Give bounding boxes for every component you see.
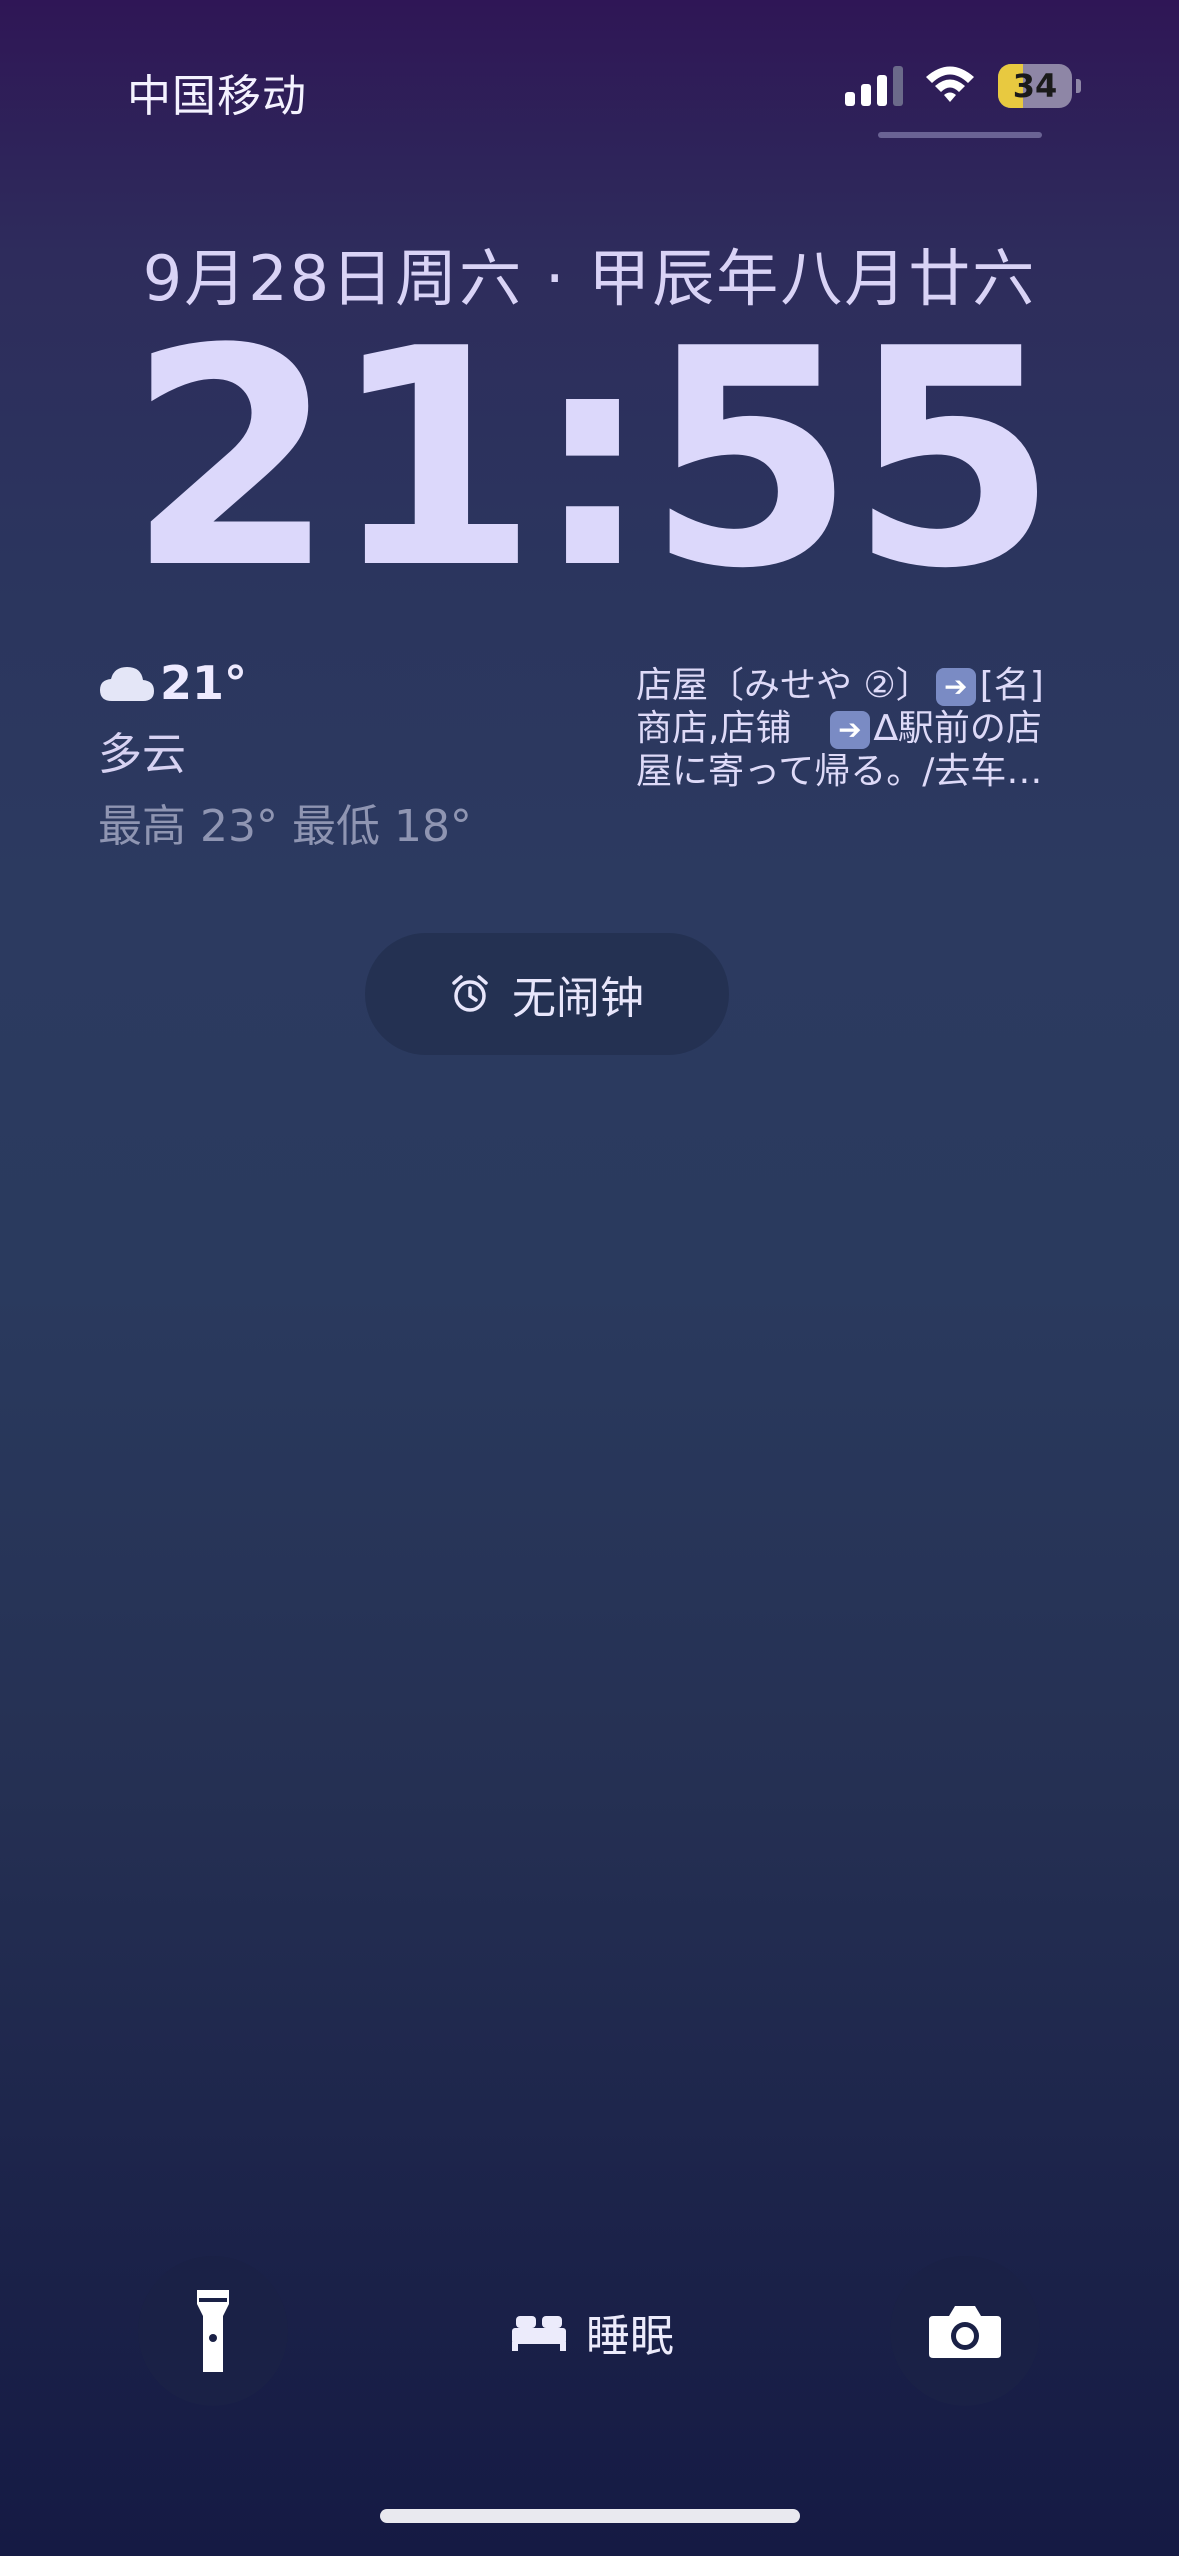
alarm-label: 无闹钟 [512, 973, 644, 1024]
wifi-icon [926, 66, 974, 102]
right-arrow-icon: ➔ [935, 668, 976, 706]
cellular-signal-icon [845, 66, 907, 106]
weather-high-low: 最高 23° 最低 18° [98, 801, 472, 852]
note-widget[interactable]: 店屋〔みせや ②〕 ➔ [名] 商店,店铺 ➔ ∆駅前の店 屋に寄って帰る。/去车… [636, 664, 1056, 793]
sleep-label: 睡眠 [586, 2311, 674, 2362]
right-arrow-icon: ➔ [829, 711, 870, 749]
battery-indicator: 34 [998, 64, 1081, 108]
lock-screen-time: 21:55 [127, 285, 1058, 634]
camera-icon [929, 2306, 1001, 2358]
battery-percentage: 34 [1012, 67, 1058, 105]
sleep-mode-button[interactable]: 睡眠 [510, 2300, 674, 2364]
note-line-3: 屋に寄って帰る。/去车… [636, 751, 1043, 792]
cloud-icon [100, 667, 154, 701]
camera-button[interactable] [890, 2256, 1040, 2406]
carrier-name: 中国移动 [127, 71, 307, 122]
note-line-1: 店屋〔みせや ②〕 ➔ [名] [636, 665, 1044, 706]
notification-pull-handle[interactable] [878, 132, 1042, 138]
weather-temperature: 21° [160, 656, 248, 710]
weather-condition: 多云 [98, 729, 186, 780]
bed-icon [512, 2316, 566, 2351]
alarm-widget[interactable]: 无闹钟 [365, 933, 729, 1055]
alarm-clock-icon [452, 975, 488, 1012]
weather-widget[interactable]: 21° 多云 最高 23° 最低 18° [98, 656, 472, 854]
flashlight-button[interactable] [138, 2256, 288, 2406]
flashlight-icon [197, 2290, 229, 2372]
home-indicator[interactable] [380, 2509, 800, 2523]
note-line-2: 商店,店铺 ➔ ∆駅前の店 [636, 708, 1042, 749]
